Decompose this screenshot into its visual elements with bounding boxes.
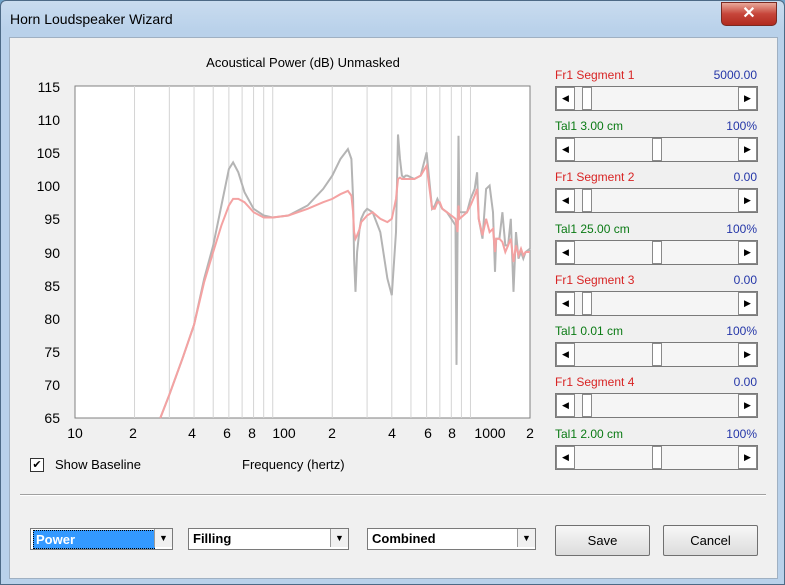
y-tick-label: 100: [36, 178, 60, 194]
chevron-down-icon[interactable]: ▼: [330, 529, 348, 547]
x-tick-label: 2: [129, 425, 137, 441]
control-value: 100%: [726, 119, 757, 133]
combined-select-value: Combined: [372, 531, 436, 546]
slider-thumb[interactable]: [652, 446, 662, 469]
y-tick-label: 95: [44, 211, 60, 227]
segment-1-slider[interactable]: ◀ ▶: [555, 86, 758, 111]
x-tick-label: 2: [328, 425, 336, 441]
slider-thumb[interactable]: [582, 394, 592, 417]
segment-4-slider[interactable]: ◀ ▶: [555, 393, 758, 418]
left-arrow-icon[interactable]: ◀: [556, 394, 575, 417]
control-value: 0.00: [733, 375, 757, 389]
segment-1-taper-slider[interactable]: ◀ ▶: [555, 137, 758, 162]
save-button[interactable]: Save: [555, 525, 650, 556]
slider-thumb[interactable]: [652, 343, 662, 366]
right-arrow-icon[interactable]: ▶: [738, 189, 757, 212]
left-arrow-icon[interactable]: ◀: [556, 292, 575, 315]
segment-3-taper-slider[interactable]: ◀ ▶: [555, 342, 758, 367]
y-tick-label: 75: [44, 344, 60, 360]
power-chart: [74, 85, 531, 419]
control-label: Fr1 Segment 1: [555, 68, 635, 82]
right-arrow-icon[interactable]: ▶: [738, 292, 757, 315]
control-value: 100%: [726, 324, 757, 338]
control-label: Tal1 2.00 cm: [555, 427, 624, 441]
control-label: Tal1 3.00 cm: [555, 119, 624, 133]
y-tick-label: 70: [44, 377, 60, 393]
right-arrow-icon[interactable]: ▶: [738, 241, 757, 264]
right-arrow-icon[interactable]: ▶: [738, 446, 757, 469]
wizard-window: Horn Loudspeaker Wizard ✕ Acoustical Pow…: [0, 0, 785, 585]
right-arrow-icon[interactable]: ▶: [738, 343, 757, 366]
segment-4-taper-slider[interactable]: ◀ ▶: [555, 445, 758, 470]
slider-thumb[interactable]: [582, 189, 592, 212]
left-arrow-icon[interactable]: ◀: [556, 138, 575, 161]
left-arrow-icon[interactable]: ◀: [556, 446, 575, 469]
control-value: 0.00: [733, 170, 757, 184]
control-label: Tal1 25.00 cm: [555, 222, 630, 236]
slider-thumb[interactable]: [652, 138, 662, 161]
y-tick-label: 85: [44, 278, 60, 294]
close-button[interactable]: ✕: [721, 2, 777, 26]
y-tick-label: 65: [44, 410, 60, 426]
y-tick-label: 110: [37, 112, 60, 128]
segment-2-slider[interactable]: ◀ ▶: [555, 188, 758, 213]
x-tick-label: 4: [188, 425, 196, 441]
right-arrow-icon[interactable]: ▶: [738, 138, 757, 161]
show-baseline-checkbox[interactable]: ✔: [30, 458, 44, 472]
control-value: 0.00: [733, 273, 757, 287]
y-tick-label: 90: [44, 245, 60, 261]
y-tick-label: 80: [44, 311, 60, 327]
x-tick-label: 2: [526, 425, 534, 441]
segment-2-taper-slider[interactable]: ◀ ▶: [555, 240, 758, 265]
show-baseline-label[interactable]: Show Baseline: [55, 457, 141, 472]
control-label: Fr1 Segment 2: [555, 170, 635, 184]
slider-thumb[interactable]: [652, 241, 662, 264]
x-tick-label: 10: [67, 425, 83, 441]
control-label: Tal1 0.01 cm: [555, 324, 624, 338]
x-tick-label: 100: [272, 425, 296, 441]
x-tick-label: 1000: [474, 425, 506, 441]
chevron-down-icon[interactable]: ▼: [154, 529, 172, 547]
segment-3-slider[interactable]: ◀ ▶: [555, 291, 758, 316]
control-label: Fr1 Segment 4: [555, 375, 635, 389]
dialog-client-area: Acoustical Power (dB) Unmasked 115 110 1…: [9, 37, 778, 579]
left-arrow-icon[interactable]: ◀: [556, 87, 575, 110]
right-arrow-icon[interactable]: ▶: [738, 394, 757, 417]
separator: [20, 494, 766, 496]
filling-select[interactable]: Filling ▼: [188, 528, 349, 550]
left-arrow-icon[interactable]: ◀: [556, 189, 575, 212]
mode-select-value: Power: [33, 530, 155, 549]
left-arrow-icon[interactable]: ◀: [556, 241, 575, 264]
control-value: 5000.00: [713, 68, 757, 82]
window-title: Horn Loudspeaker Wizard: [10, 11, 173, 27]
left-arrow-icon[interactable]: ◀: [556, 343, 575, 366]
mode-select[interactable]: Power ▼: [30, 528, 173, 550]
cancel-button[interactable]: Cancel: [663, 525, 758, 556]
x-tick-label: 8: [448, 425, 456, 441]
combined-select[interactable]: Combined ▼: [367, 528, 536, 550]
control-value: 100%: [726, 222, 757, 236]
control-value: 100%: [726, 427, 757, 441]
slider-thumb[interactable]: [582, 87, 592, 110]
control-label: Fr1 Segment 3: [555, 273, 635, 287]
filling-select-value: Filling: [193, 531, 232, 546]
x-tick-label: 4: [388, 425, 396, 441]
chevron-down-icon[interactable]: ▼: [517, 529, 535, 547]
title-bar[interactable]: Horn Loudspeaker Wizard ✕: [1, 1, 784, 37]
y-tick-label: 105: [36, 145, 60, 161]
slider-thumb[interactable]: [582, 292, 592, 315]
y-tick-label: 115: [37, 79, 60, 95]
x-axis-label: Frequency (hertz): [242, 457, 345, 472]
right-arrow-icon[interactable]: ▶: [738, 87, 757, 110]
